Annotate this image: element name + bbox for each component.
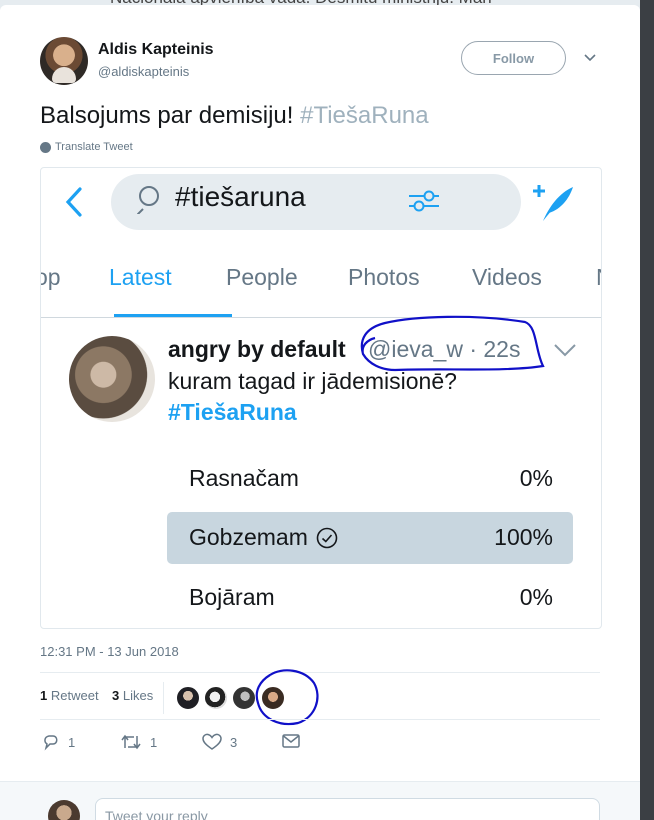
divider: [40, 719, 600, 720]
retweet-action[interactable]: 1: [120, 733, 157, 751]
compose-tweet-icon: [533, 185, 573, 221]
tweet-body: Balsojums par demisiju!: [40, 102, 301, 129]
retweet-action-count: 1: [150, 734, 158, 750]
author-handle[interactable]: @aldiskapteinis: [98, 64, 189, 79]
chevron-down-icon: [554, 344, 576, 357]
reply-input[interactable]: Tweet your reply: [95, 798, 600, 820]
tab-people: People: [226, 264, 298, 290]
likes-stat[interactable]: 3 Likes: [112, 688, 153, 703]
heart-icon: [202, 733, 222, 750]
reply-action[interactable]: 1: [42, 733, 75, 751]
current-user-avatar: [48, 800, 80, 820]
reply-bar: Tweet your reply: [0, 781, 640, 820]
embedded-tweet-text: kuram tagad ir jādemisionē?: [168, 368, 457, 394]
follow-button[interactable]: Follow: [461, 41, 566, 75]
globe-icon: [40, 141, 51, 153]
poll-option-text: Bojāram: [189, 584, 275, 610]
direct-message-action[interactable]: [282, 733, 300, 749]
poll-option-percent: 0%: [519, 584, 553, 610]
tab-news: N: [596, 264, 601, 291]
embedded-tabs: op Latest People Photos Videos N: [41, 264, 601, 316]
embedded-handle-time: @ieva_w · 22s: [368, 336, 521, 362]
tab-top: op: [41, 264, 61, 290]
embedded-avatar: [69, 336, 155, 422]
translate-tweet-link[interactable]: Translate Tweet: [40, 141, 133, 153]
divider: [40, 672, 600, 673]
liker-avatar[interactable]: [176, 686, 200, 710]
filter-sliders-icon: [409, 190, 439, 212]
poll-option-percent: 100%: [494, 524, 553, 550]
author-name[interactable]: Aldis Kapteinis: [98, 41, 214, 59]
like-action[interactable]: 3: [202, 733, 237, 751]
back-arrow-icon: [65, 187, 82, 217]
liker-avatar[interactable]: [232, 686, 256, 710]
retweet-label: Retweet: [50, 688, 99, 703]
tweet-timestamp[interactable]: 12:31 PM - 13 Jun 2018: [40, 644, 179, 659]
embedded-search-text: #tiešaruna: [175, 181, 306, 212]
embedded-search-box: [111, 174, 521, 230]
poll-option: Rasnačam 0%: [167, 453, 573, 505]
embedded-screenshot[interactable]: #tiešaruna op Latest People Photos Video…: [40, 167, 602, 629]
tweet-stats: 1 Retweet 3 Likes: [40, 682, 600, 718]
like-action-count: 3: [230, 734, 238, 750]
likes-label: Likes: [122, 688, 154, 703]
retweet-icon: [121, 734, 141, 750]
tweet-text: Balsojums par demisiju! #TiešaRuna: [40, 102, 429, 130]
poll-option-label: Rasnačam: [189, 465, 299, 492]
tab-photos: Photos: [348, 264, 420, 290]
poll-option-text: Gobzemam: [189, 524, 308, 550]
liker-avatar[interactable]: [204, 686, 228, 710]
poll-option: Bojāram 0%: [167, 572, 573, 624]
tweet-header: Aldis Kapteinis @aldiskapteinis Follow: [40, 37, 600, 89]
chevron-down-icon[interactable]: [582, 49, 598, 65]
retweet-count: 1: [40, 688, 48, 703]
tweet-modal: Aldis Kapteinis @aldiskapteinis Follow B…: [0, 5, 640, 820]
poll-option-label: Bojāram: [189, 584, 275, 611]
tab-latest: Latest: [109, 264, 172, 290]
poll-option-percent: 0%: [519, 465, 553, 491]
tabs-divider: [41, 317, 601, 318]
stats-divider: [163, 682, 164, 714]
embedded-hashtag: #TiešaRuna: [168, 399, 297, 425]
retweet-stat[interactable]: 1 Retweet: [40, 688, 99, 703]
poll-option-winner: Gobzemam 100%: [167, 512, 573, 564]
tab-videos: Videos: [472, 264, 542, 290]
author-avatar[interactable]: [40, 37, 88, 85]
likes-count: 3: [112, 688, 120, 703]
tweet-hashtag[interactable]: #TiešaRuna: [300, 102, 429, 129]
overlay-dim: [640, 0, 654, 820]
tweet-actions: 1 1 3: [40, 733, 340, 757]
translate-label: Translate Tweet: [55, 141, 133, 153]
reply-count: 1: [68, 734, 76, 750]
liker-avatar[interactable]: [261, 686, 285, 710]
search-icon: [137, 186, 159, 214]
check-circle-icon: [316, 527, 338, 548]
reply-icon: [44, 735, 58, 751]
envelope-icon: [282, 734, 300, 748]
poll-option-text: Rasnačam: [189, 465, 299, 491]
embedded-author-name: angry by default: [168, 336, 346, 362]
poll-option-label: Gobzemam: [189, 524, 338, 551]
